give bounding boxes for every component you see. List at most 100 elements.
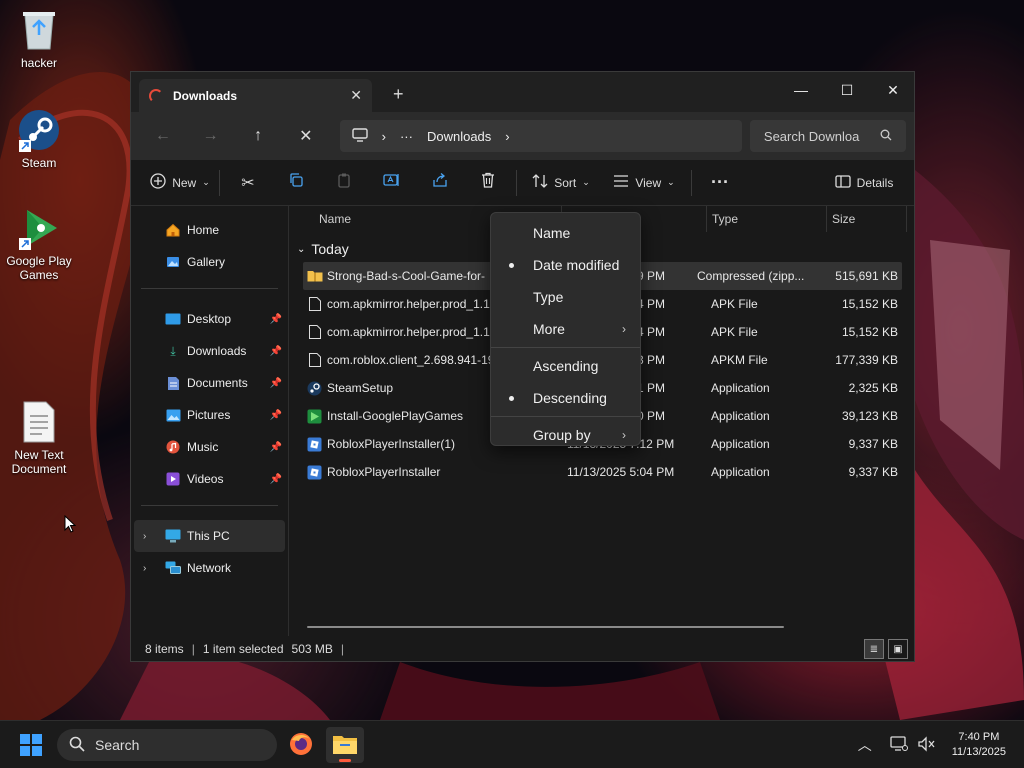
- clock[interactable]: 7:40 PM 11/13/2025: [952, 730, 1006, 760]
- menu-item-label: Date modified: [533, 257, 620, 273]
- chevron-right-icon[interactable]: ›: [143, 563, 146, 574]
- sidebar-item-label: Gallery: [187, 255, 226, 269]
- this-pc-icon: [165, 528, 181, 544]
- loading-spinner-icon: [149, 88, 163, 103]
- file-row[interactable]: RobloxPlayerInstaller 11/13/2025 5:04 PM…: [289, 458, 914, 486]
- view-button[interactable]: View ⌄: [601, 167, 687, 199]
- sort-menu-item-type[interactable]: Type: [491, 281, 640, 313]
- sort-menu-item-date-modified[interactable]: Date modified: [491, 249, 640, 281]
- forward-button[interactable]: →: [187, 118, 235, 154]
- sidebar-item-label: Videos: [187, 472, 224, 486]
- new-tab-button[interactable]: +: [393, 84, 404, 105]
- close-button[interactable]: ✕: [870, 76, 916, 104]
- selected-size: 503 MB: [291, 641, 333, 656]
- sort-menu-item-name[interactable]: Name: [491, 217, 640, 249]
- pin-icon[interactable]: 📌: [270, 474, 282, 485]
- desktop-icon-google-play-games[interactable]: Google Play Games: [1, 206, 77, 282]
- cut-button[interactable]: ✂: [224, 167, 272, 199]
- start-button[interactable]: [20, 734, 42, 756]
- paste-button[interactable]: [320, 167, 368, 199]
- sidebar-item-this-pc[interactable]: › This PC: [134, 520, 285, 552]
- zip-folder-icon: [307, 269, 323, 283]
- sidebar-item-documents[interactable]: Documents 📌: [131, 367, 288, 399]
- pin-icon[interactable]: 📌: [270, 442, 282, 453]
- toolbar-divider: [516, 169, 517, 196]
- volume-muted-icon[interactable]: [918, 735, 936, 755]
- delete-button[interactable]: [464, 167, 512, 199]
- desktop-icon-new-text-document[interactable]: New Text Document: [1, 400, 77, 476]
- sidebar-item-downloads[interactable]: ⤓ Downloads 📌: [131, 335, 288, 367]
- maximize-button[interactable]: ☐: [824, 76, 870, 104]
- title-bar: Downloads ✕ + — ☐ ✕: [131, 72, 914, 112]
- breadcrumb-ellipsis[interactable]: ···: [400, 129, 413, 144]
- search-box[interactable]: Search Downloa: [749, 120, 906, 152]
- sort-menu-item-ascending[interactable]: Ascending: [491, 350, 640, 382]
- share-button[interactable]: [416, 167, 464, 199]
- file-name: RobloxPlayerInstaller: [327, 465, 441, 479]
- sidebar-item-videos[interactable]: Videos 📌: [131, 463, 288, 495]
- sort-label: Sort: [554, 175, 577, 190]
- command-bar: New ⌄ ✂ Sort ⌄ View ⌄ ··· Details: [131, 160, 914, 206]
- menu-item-label: Type: [533, 289, 564, 305]
- horizontal-scrollbar[interactable]: [307, 626, 784, 628]
- display-icon[interactable]: [890, 735, 908, 755]
- copy-button[interactable]: [272, 167, 320, 199]
- breadcrumb-downloads[interactable]: Downloads: [427, 129, 491, 144]
- sort-menu-item-more[interactable]: More ›: [491, 313, 640, 345]
- menu-item-label: Name: [533, 225, 571, 241]
- address-bar[interactable]: › ··· Downloads ›: [339, 120, 742, 152]
- sidebar-item-desktop[interactable]: Desktop 📌: [131, 303, 288, 335]
- sidebar-item-gallery[interactable]: Gallery: [131, 246, 288, 278]
- file-name: com.apkmirror.helper.prod_1.1: [327, 325, 490, 339]
- more-options-button[interactable]: ···: [696, 167, 744, 199]
- details-pane-button[interactable]: Details: [824, 167, 904, 199]
- column-header-name[interactable]: Name: [319, 212, 351, 226]
- file-size: 9,337 KB: [848, 437, 898, 451]
- new-button[interactable]: New ⌄: [145, 167, 215, 199]
- details-view-icon[interactable]: ≣: [864, 639, 884, 659]
- sidebar-item-label: Home: [187, 223, 220, 237]
- tab-downloads[interactable]: Downloads ✕: [139, 79, 372, 112]
- stop-loading-button[interactable]: ✕: [282, 118, 330, 154]
- pin-icon[interactable]: 📌: [270, 378, 282, 389]
- taskbar-search-box[interactable]: Search: [57, 729, 277, 761]
- sidebar-item-network[interactable]: › Network: [131, 552, 288, 584]
- taskbar-app-file-explorer[interactable]: [326, 727, 364, 763]
- minimize-button[interactable]: —: [778, 76, 824, 104]
- column-divider: [706, 206, 707, 232]
- menu-item-label: More: [533, 321, 565, 337]
- pin-icon[interactable]: 📌: [270, 346, 282, 357]
- sidebar-item-home[interactable]: Home: [131, 214, 288, 246]
- file-date: 11/13/2025 5:04 PM: [567, 465, 675, 479]
- file-size: 15,152 KB: [841, 325, 898, 339]
- chevron-right-icon[interactable]: ›: [143, 531, 146, 542]
- column-header-size[interactable]: Size: [832, 212, 855, 226]
- chevron-up-icon[interactable]: ︿: [858, 735, 872, 755]
- sort-menu-item-group-by[interactable]: Group by ›: [491, 419, 640, 451]
- file-name: Strong-Bad-s-Cool-Game-for-: [327, 269, 486, 283]
- column-header-type[interactable]: Type: [712, 212, 738, 226]
- file-type: APK File: [711, 325, 758, 339]
- up-button[interactable]: ↑: [234, 118, 282, 154]
- desktop-icon-label: Google Play Games: [6, 254, 72, 282]
- sort-icon: [532, 174, 548, 191]
- desktop-icon-steam[interactable]: Steam: [1, 108, 77, 170]
- windows-logo-tile: [20, 746, 30, 756]
- status-separator: |: [340, 641, 345, 656]
- taskbar-app-firefox[interactable]: [282, 727, 320, 763]
- pin-icon[interactable]: 📌: [270, 410, 282, 421]
- sort-menu-item-descending[interactable]: Descending: [491, 382, 640, 414]
- gallery-icon: [165, 254, 181, 270]
- close-tab-icon[interactable]: ✕: [350, 87, 362, 104]
- sort-button[interactable]: Sort ⌄: [521, 167, 601, 199]
- sidebar-item-music[interactable]: Music 📌: [131, 431, 288, 463]
- pin-icon[interactable]: 📌: [270, 314, 282, 325]
- sidebar-item-pictures[interactable]: Pictures 📌: [131, 399, 288, 431]
- tiles-view-icon[interactable]: ▣: [888, 639, 908, 659]
- rename-button[interactable]: [368, 167, 416, 199]
- back-button[interactable]: ←: [139, 118, 187, 154]
- file-date: 3 PM: [637, 353, 666, 367]
- file-size: 9,337 KB: [848, 465, 898, 479]
- desktop-icon-recycle-bin[interactable]: hacker: [1, 8, 77, 70]
- file-date: 4 PM: [637, 297, 666, 311]
